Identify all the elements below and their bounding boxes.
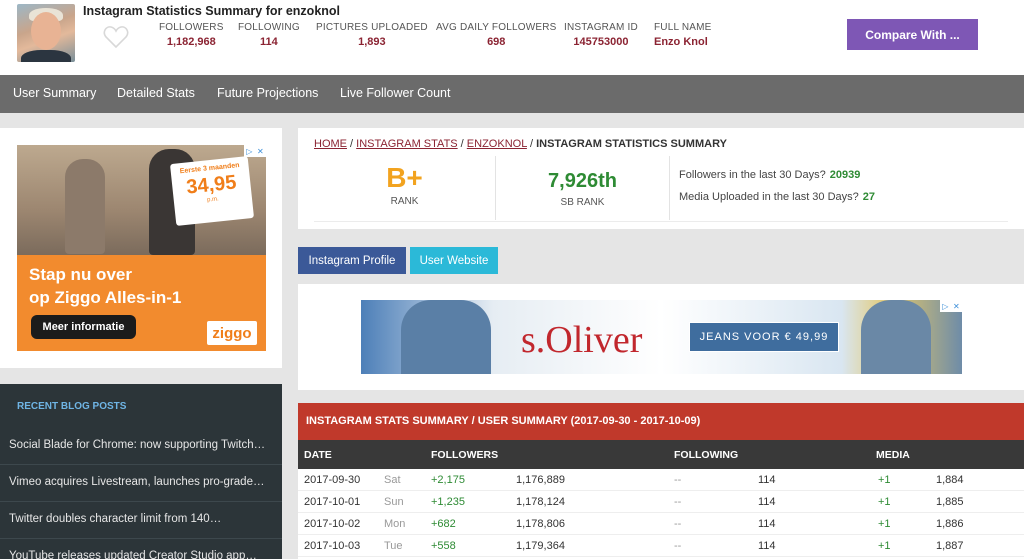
nav-detailed-stats[interactable]: Detailed Stats — [117, 86, 195, 100]
nav-user-summary[interactable]: User Summary — [13, 86, 96, 100]
nav-live-follower-count[interactable]: Live Follower Count — [340, 86, 450, 100]
avatar — [17, 4, 75, 62]
stat-pictures: PICTURES UPLOADED 1,893 — [316, 22, 428, 48]
stat-avg-daily: AVG DAILY FOLLOWERS 698 — [436, 22, 557, 48]
banner-ad-panel: s.Oliver JEANS VOOR € 49,99 ▷ ✕ — [298, 284, 1024, 390]
col-date: DATE — [304, 449, 332, 461]
breadcrumb-home[interactable]: HOME — [314, 138, 347, 150]
instagram-profile-button[interactable]: Instagram Profile — [298, 247, 406, 274]
sb-rank: 7,926th — [548, 170, 617, 192]
grade: B+ — [386, 162, 423, 193]
blog-post[interactable]: Twitter doubles character limit from 140… — [0, 502, 282, 539]
heart-icon[interactable] — [103, 25, 129, 49]
soliver-ad[interactable]: s.Oliver JEANS VOOR € 49,99 ▷ ✕ — [361, 300, 962, 374]
stats-table: INSTAGRAM STATS SUMMARY / USER SUMMARY (… — [298, 403, 1024, 559]
compare-button[interactable]: Compare With ... — [847, 19, 978, 50]
table-row: 2017-09-30 Sat +2,175 1,176,889 -- 114 +… — [298, 469, 1024, 491]
adchoices-icon[interactable]: ▷ ✕ — [244, 145, 266, 157]
col-following: FOLLOWING — [674, 449, 739, 461]
table-title: INSTAGRAM STATS SUMMARY / USER SUMMARY (… — [298, 403, 1024, 440]
user-website-button[interactable]: User Website — [410, 247, 498, 274]
ad-cta-button[interactable]: Meer informatie — [31, 315, 136, 339]
summary-panel: HOME / INSTAGRAM STATS / ENZOKNOL / INST… — [298, 128, 1024, 229]
stat-full-name: FULL NAME Enzo Knol — [654, 22, 712, 48]
breadcrumb-user[interactable]: ENZOKNOL — [467, 138, 527, 150]
nav-future-projections[interactable]: Future Projections — [217, 86, 318, 100]
page-title: Instagram Statistics Summary for enzokno… — [83, 4, 341, 18]
stat-following: FOLLOWING 114 — [238, 22, 300, 48]
ad-headline: Stap nu over op Ziggo Alles-in-1 — [29, 265, 182, 307]
profile-header: Instagram Statistics Summary for enzokno… — [0, 0, 1024, 75]
nav-bar: User Summary Detailed Stats Future Proje… — [0, 75, 1024, 113]
ad-offer: JEANS VOOR € 49,99 — [689, 322, 839, 352]
breadcrumb-current: INSTAGRAM STATISTICS SUMMARY — [536, 138, 727, 150]
media-30-days: Media Uploaded in the last 30 Days? 27 — [679, 191, 876, 203]
ziggo-ad[interactable]: Eerste 3 maanden 34,95 p.m. Stap nu over… — [17, 145, 266, 351]
col-media: MEDIA — [876, 449, 910, 461]
soliver-logo: s.Oliver — [521, 319, 643, 361]
table-row: 2017-10-03 Tue +558 1,179,364 -- 114 +1 … — [298, 535, 1024, 557]
adchoices-icon[interactable]: ▷ ✕ — [940, 300, 962, 312]
col-followers: FOLLOWERS — [431, 449, 499, 461]
breadcrumb-instagram-stats[interactable]: INSTAGRAM STATS — [356, 138, 457, 150]
blog-heading: RECENT BLOG POSTS — [17, 401, 127, 412]
stat-followers: FOLLOWERS 1,182,968 — [159, 22, 224, 48]
sidebar-ad-panel: Eerste 3 maanden 34,95 p.m. Stap nu over… — [0, 128, 282, 368]
breadcrumb: HOME / INSTAGRAM STATS / ENZOKNOL / INST… — [314, 138, 727, 150]
grade-box: B+ RANK — [314, 156, 496, 220]
ziggo-logo: ziggo — [207, 321, 257, 345]
blog-post[interactable]: YouTube releases updated Creator Studio … — [0, 539, 282, 559]
price-badge: Eerste 3 maanden 34,95 p.m. — [169, 156, 255, 226]
table-header: DATE FOLLOWERS FOLLOWING MEDIA — [298, 440, 1024, 469]
stat-instagram-id: INSTAGRAM ID 145753000 — [564, 22, 638, 48]
table-row: 2017-10-02 Mon +682 1,178,806 -- 114 +1 … — [298, 513, 1024, 535]
blog-post[interactable]: Vimeo acquires Livestream, launches pro-… — [0, 465, 282, 502]
followers-30-days: Followers in the last 30 Days? 20939 — [679, 169, 861, 181]
table-row: 2017-10-01 Sun +1,235 1,178,124 -- 114 +… — [298, 491, 1024, 513]
recent-blog-posts: RECENT BLOG POSTS Social Blade for Chrom… — [0, 384, 282, 559]
blog-post[interactable]: Social Blade for Chrome: now supporting … — [0, 428, 282, 465]
sb-rank-box: 7,926th SB RANK — [496, 156, 670, 220]
